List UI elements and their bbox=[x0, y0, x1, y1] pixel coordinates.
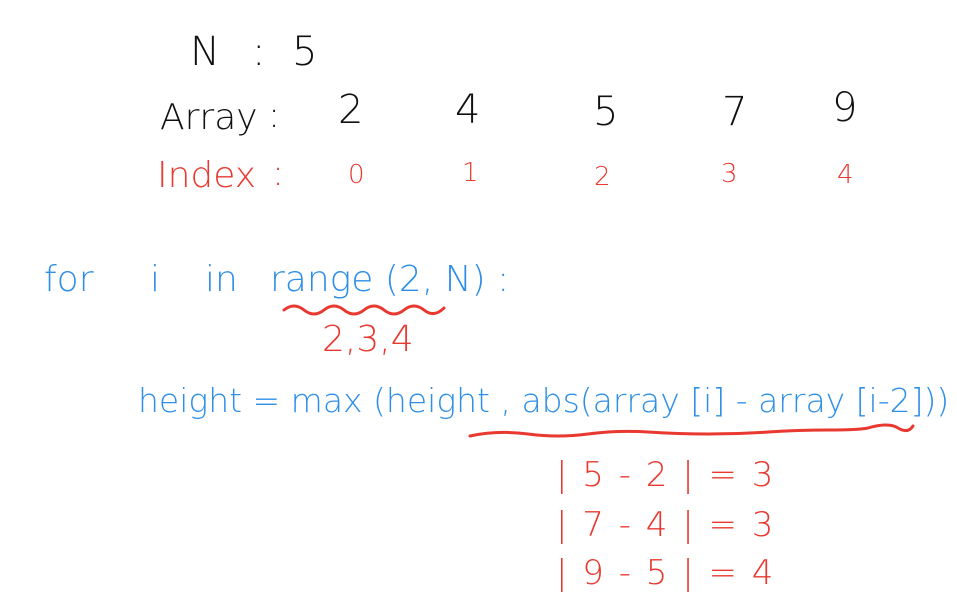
n-label: N bbox=[190, 29, 220, 75]
range-values: 2,3,4 bbox=[322, 319, 414, 360]
array-value: 7 bbox=[722, 89, 748, 135]
index-value: 2 bbox=[594, 162, 611, 192]
in-keyword: in bbox=[205, 259, 238, 300]
array-value: 9 bbox=[832, 85, 858, 131]
index-value: 4 bbox=[837, 160, 854, 190]
abs-underline bbox=[468, 423, 915, 438]
range-call: range (2, N) : bbox=[270, 259, 510, 300]
calculation-row: | 7 - 4 | = 3 bbox=[556, 505, 776, 545]
whiteboard-canvas: N : 5 Array : 2 4 5 7 9 Index : 0 1 2 3 … bbox=[0, 0, 957, 612]
range-underline bbox=[282, 304, 446, 316]
loop-variable: i bbox=[150, 259, 161, 300]
array-colon: : bbox=[268, 95, 281, 136]
index-value: 0 bbox=[348, 160, 365, 190]
index-value: 3 bbox=[721, 159, 738, 189]
n-value: 5 bbox=[292, 29, 318, 75]
index-colon: : bbox=[272, 153, 285, 194]
index-value: 1 bbox=[462, 158, 479, 188]
array-value: 2 bbox=[338, 87, 364, 133]
array-value: 4 bbox=[455, 87, 481, 133]
for-keyword: for bbox=[44, 259, 94, 300]
height-statement: height = max (height , abs(array [i] - a… bbox=[138, 381, 950, 420]
calculation-row: | 9 - 5 | = 4 bbox=[556, 553, 776, 593]
n-colon: : bbox=[252, 29, 266, 75]
index-label: Index bbox=[157, 155, 257, 196]
calculation-row: | 5 - 2 | = 3 bbox=[556, 455, 776, 495]
array-label: Array bbox=[160, 97, 258, 138]
array-value: 5 bbox=[593, 89, 619, 135]
